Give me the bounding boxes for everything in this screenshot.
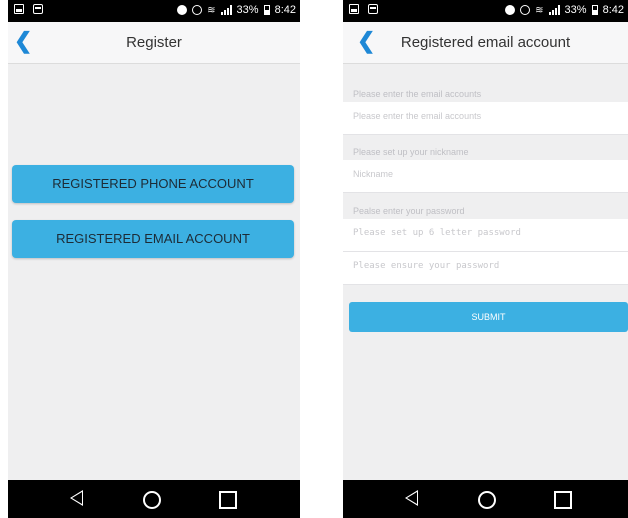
signal-icon xyxy=(220,5,232,15)
battery-icon xyxy=(591,5,598,15)
register-email-button[interactable]: REGISTERED EMAIL ACCOUNT xyxy=(12,220,294,258)
signal-icon xyxy=(548,5,560,15)
clock: 8:42 xyxy=(274,4,296,16)
bluetooth-icon xyxy=(505,5,516,15)
nav-bar xyxy=(343,480,628,518)
page-title: Registered email account xyxy=(400,34,571,51)
wifi-icon: ≋ xyxy=(535,4,544,16)
alarm-icon xyxy=(520,5,531,15)
submit-button[interactable]: SUBMIT xyxy=(349,302,628,332)
alarm-icon xyxy=(192,5,203,15)
battery-icon xyxy=(263,5,270,15)
bluetooth-icon xyxy=(177,5,188,15)
nickname-label: Please set up your nickname xyxy=(353,147,469,157)
circle-home-icon[interactable] xyxy=(478,491,496,509)
battery-percent: 33% xyxy=(564,4,587,16)
password-field-row xyxy=(343,219,628,252)
nickname-field[interactable] xyxy=(353,169,613,179)
password-label: Pealse enter your password xyxy=(353,206,465,216)
image-notification-icon xyxy=(349,4,359,14)
register-phone-button[interactable]: REGISTERED PHONE ACCOUNT xyxy=(12,165,294,203)
circle-home-icon[interactable] xyxy=(143,491,161,509)
page-title: Register xyxy=(126,34,182,51)
password-field[interactable] xyxy=(353,228,613,238)
email-field[interactable] xyxy=(353,111,613,121)
square-recent-icon[interactable] xyxy=(554,491,572,509)
bus-notification-icon xyxy=(33,4,43,14)
confirm-password-field[interactable] xyxy=(353,261,613,271)
triangle-back-icon[interactable] xyxy=(70,490,83,506)
email-field-row xyxy=(343,102,628,135)
battery-percent: 33% xyxy=(236,4,259,16)
register-screen: ≋ 33% 8:42 ❮ Register REGISTERED PHONE A… xyxy=(8,0,300,518)
status-bar: ≋ 33% 8:42 xyxy=(343,0,628,22)
square-recent-icon[interactable] xyxy=(219,491,237,509)
title-bar: ❮ Register xyxy=(8,22,300,64)
email-register-screen: ≋ 33% 8:42 ❮ Registered email account Pl… xyxy=(343,0,628,518)
image-notification-icon xyxy=(14,4,24,14)
bus-notification-icon xyxy=(368,4,378,14)
email-label: Please enter the email accounts xyxy=(353,89,482,99)
nickname-field-row xyxy=(343,160,628,193)
clock: 8:42 xyxy=(602,4,624,16)
status-bar: ≋ 33% 8:42 xyxy=(8,0,300,22)
nav-bar xyxy=(8,480,300,518)
triangle-back-icon[interactable] xyxy=(405,490,418,506)
title-bar: ❮ Registered email account xyxy=(343,22,628,64)
wifi-icon: ≋ xyxy=(207,4,216,16)
confirm-password-field-row xyxy=(343,252,628,285)
